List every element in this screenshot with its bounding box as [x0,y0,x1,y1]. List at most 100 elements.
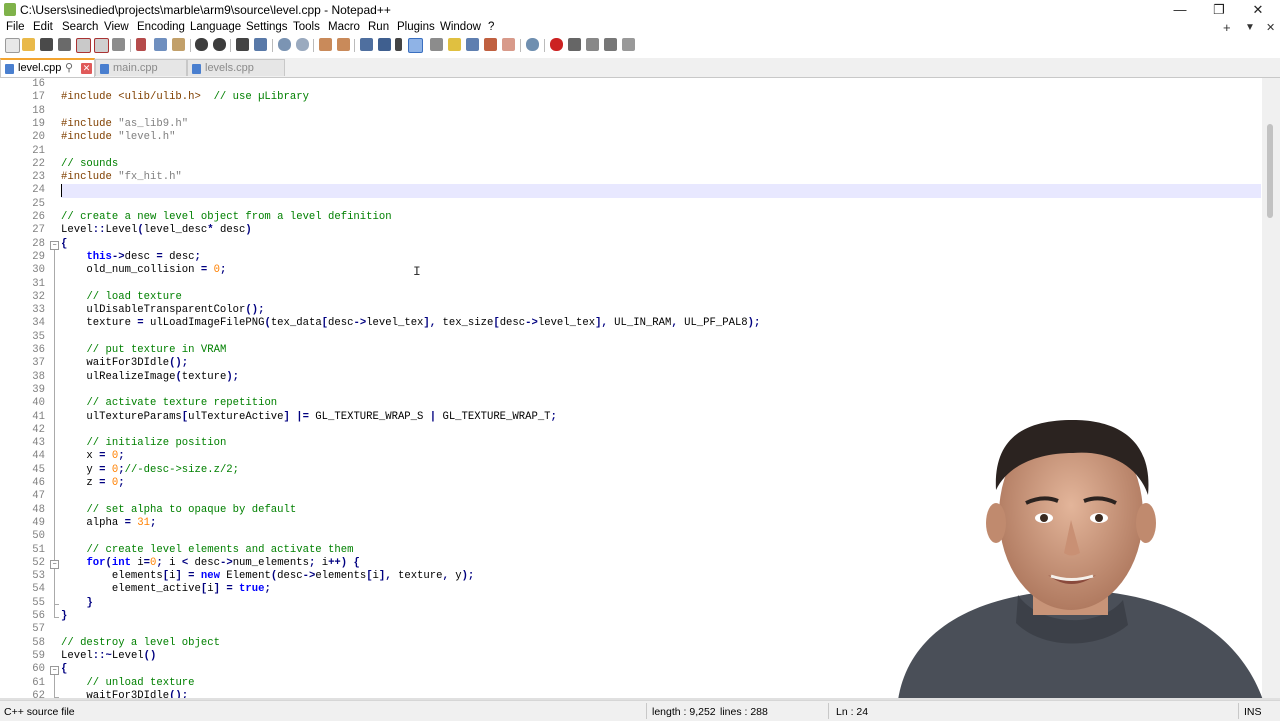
toolbar-separator [190,39,191,52]
code-token: "as_lib9.h" [118,117,189,130]
doc-map-icon[interactable] [448,38,461,51]
line-number: 27 [32,224,45,237]
menu-settings[interactable]: Settings [246,21,288,33]
close-document-icon[interactable]: ✕ [1266,21,1275,34]
tab-main-cpp[interactable]: main.cpp [95,59,187,76]
sync-v-icon[interactable] [319,38,332,51]
fold-toggle-icon[interactable]: − [50,240,59,250]
menu-tools[interactable]: Tools [293,21,320,33]
code-line: // initialize position [61,437,226,450]
doc-switcher-icon[interactable] [526,38,539,51]
zoom-out-icon[interactable] [296,38,309,51]
save-icon[interactable] [40,38,53,51]
zoom-in-icon[interactable] [278,38,291,51]
code-token: element_active [61,583,201,596]
find-icon[interactable] [236,38,249,51]
line-number: 40 [32,397,45,410]
toolbar [0,36,1280,56]
line-number: 24 [32,184,45,197]
menu-run[interactable]: Run [368,21,389,33]
code-token: -> [302,570,316,583]
copy-icon[interactable] [154,38,167,51]
tab-levels-cpp[interactable]: levels.cpp [187,59,285,76]
code-line: ulDisableTransparentColor(); [61,304,264,317]
wrap-icon[interactable] [360,38,373,51]
udl-icon[interactable] [430,38,443,51]
new-tab-plus-icon[interactable]: + [1223,20,1231,35]
close-all-icon[interactable] [94,38,109,53]
code-token: for [86,556,106,569]
folder-workspace-icon[interactable] [484,38,497,51]
code-token: waitFor3DIdle [61,689,170,698]
code-token: waitFor3DIdle [61,357,170,370]
open-file-icon[interactable] [22,38,35,51]
tab-list-dropdown-icon[interactable]: ▼ [1245,22,1255,33]
line-number: 35 [32,330,45,343]
line-number-gutter: 16 17 18 19 20 21 22 23 24 25 26 27 28 29 30 31 32 33 34 35… [0,78,48,698]
pin-icon[interactable]: ⚲ [65,60,73,77]
code-line: #include "fx_hit.h" [61,171,182,184]
restore-button[interactable]: ❐ [1199,0,1239,20]
stop-macro-icon[interactable] [568,38,581,51]
line-number: 25 [32,197,45,210]
monitor-icon[interactable] [502,38,515,51]
code-token: } [86,596,93,609]
minimize-button[interactable]: — [1160,0,1200,20]
indent-guide-icon[interactable] [408,38,423,53]
menu-search[interactable]: Search [62,21,98,33]
line-number: 59 [32,649,45,662]
scrollbar-thumb[interactable] [1267,124,1273,218]
cut-icon[interactable] [136,38,146,51]
code-token: (); [169,357,189,370]
menu-view[interactable]: View [104,21,129,33]
all-chars-icon[interactable] [378,38,391,51]
menu-language[interactable]: Language [190,21,241,33]
new-file-icon[interactable] [5,38,20,53]
redo-icon[interactable] [213,38,226,51]
code-line: #include <ulib/ulib.h> // use µLibrary [61,91,309,104]
print-icon[interactable] [112,38,125,51]
menu-macro[interactable]: Macro [328,21,360,33]
status-file-type: C++ source file [4,706,75,718]
undo-icon[interactable] [195,38,208,51]
menu-edit[interactable]: Edit [33,21,53,33]
save-macro-icon[interactable] [622,38,635,51]
dropdown-arrow-icon[interactable] [395,38,402,51]
code-token: texture [181,370,227,383]
close-tab-icon[interactable]: ✕ [81,63,92,74]
code-token: tex_size [436,317,494,330]
code-token: Level [61,224,93,237]
close-icon[interactable] [76,38,91,53]
sync-h-icon[interactable] [337,38,350,51]
fold-toggle-icon[interactable]: − [50,559,59,569]
code-token: -> [111,250,125,263]
menu-encoding[interactable]: Encoding [137,21,185,33]
line-number: 32 [32,290,45,303]
line-number: 56 [32,610,45,622]
run-macro-multiple-icon[interactable] [604,38,617,51]
save-all-icon[interactable] [58,38,71,51]
code-token: 31 [137,516,151,529]
menu-window[interactable]: Window [440,21,481,33]
fold-toggle-icon[interactable]: − [50,666,59,676]
menu-bar: File Edit Search View Encoding Language … [0,20,1280,36]
code-line: { [61,238,67,251]
menu-plugins[interactable]: Plugins [397,21,435,33]
record-macro-icon[interactable] [550,38,563,51]
code-token: desc [328,317,354,330]
close-window-button[interactable]: ✕ [1238,0,1278,20]
replace-icon[interactable] [254,38,267,51]
code-token: ], [595,317,608,330]
status-length: length : 9,252 [652,706,716,718]
code-token: GL_TEXTURE_WRAP_T [436,410,551,423]
code-token: -> [525,317,538,330]
func-list-icon[interactable] [466,38,479,51]
paste-icon[interactable] [172,38,185,51]
menu-file[interactable]: File [6,21,25,33]
code-line: waitFor3DIdle(); [61,357,188,370]
play-macro-icon[interactable] [586,38,599,51]
menu-help[interactable]: ? [488,21,494,33]
tab-level-cpp[interactable]: level.cpp ⚲ ✕ [0,58,95,77]
